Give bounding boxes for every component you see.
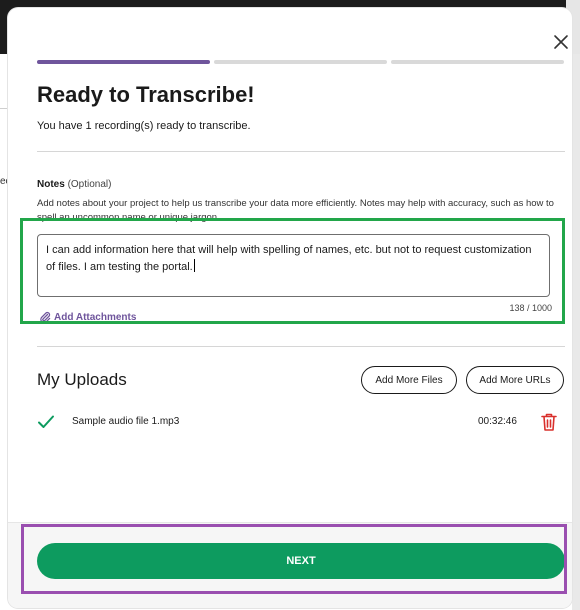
next-button[interactable]: NEXT [37, 543, 565, 579]
background-right-strip [572, 54, 580, 610]
notes-value: I can add information here that will hel… [46, 244, 532, 273]
transcribe-modal: Ready to Transcribe! You have 1 recordin… [8, 8, 572, 608]
divider [37, 346, 565, 347]
text-caret [193, 259, 195, 272]
paperclip-icon [40, 311, 51, 323]
close-button[interactable] [551, 32, 571, 52]
progress-step-1 [37, 60, 210, 64]
notes-optional-text: (Optional) [67, 179, 112, 190]
file-duration: 00:32:46 [478, 416, 517, 427]
notes-label-text: Notes [37, 179, 65, 190]
progress-step-3 [391, 60, 564, 64]
upload-row: Sample audio file 1.mp3 00:32:46 [37, 412, 565, 434]
add-attachments-label: Add Attachments [54, 311, 137, 323]
background-divider [0, 108, 8, 109]
page-title: Ready to Transcribe! [37, 82, 255, 107]
check-icon [38, 415, 54, 428]
add-more-urls-button[interactable]: Add More URLs [466, 366, 564, 394]
progress-step-2 [214, 60, 387, 64]
page-subtitle: You have 1 recording(s) ready to transcr… [37, 120, 251, 132]
notes-help-text: Add notes about your project to help us … [37, 198, 554, 223]
uploads-title: My Uploads [37, 370, 127, 389]
file-name: Sample audio file 1.mp3 [72, 416, 180, 427]
divider [37, 151, 565, 152]
close-icon [554, 35, 568, 49]
char-count: 138 / 1000 [509, 303, 552, 313]
add-attachments-link[interactable]: Add Attachments [39, 311, 136, 323]
trash-icon[interactable] [540, 412, 558, 432]
notes-textarea[interactable]: I can add information here that will hel… [37, 234, 550, 297]
notes-label: Notes (Optional) [37, 179, 111, 190]
add-more-files-button[interactable]: Add More Files [361, 366, 457, 394]
